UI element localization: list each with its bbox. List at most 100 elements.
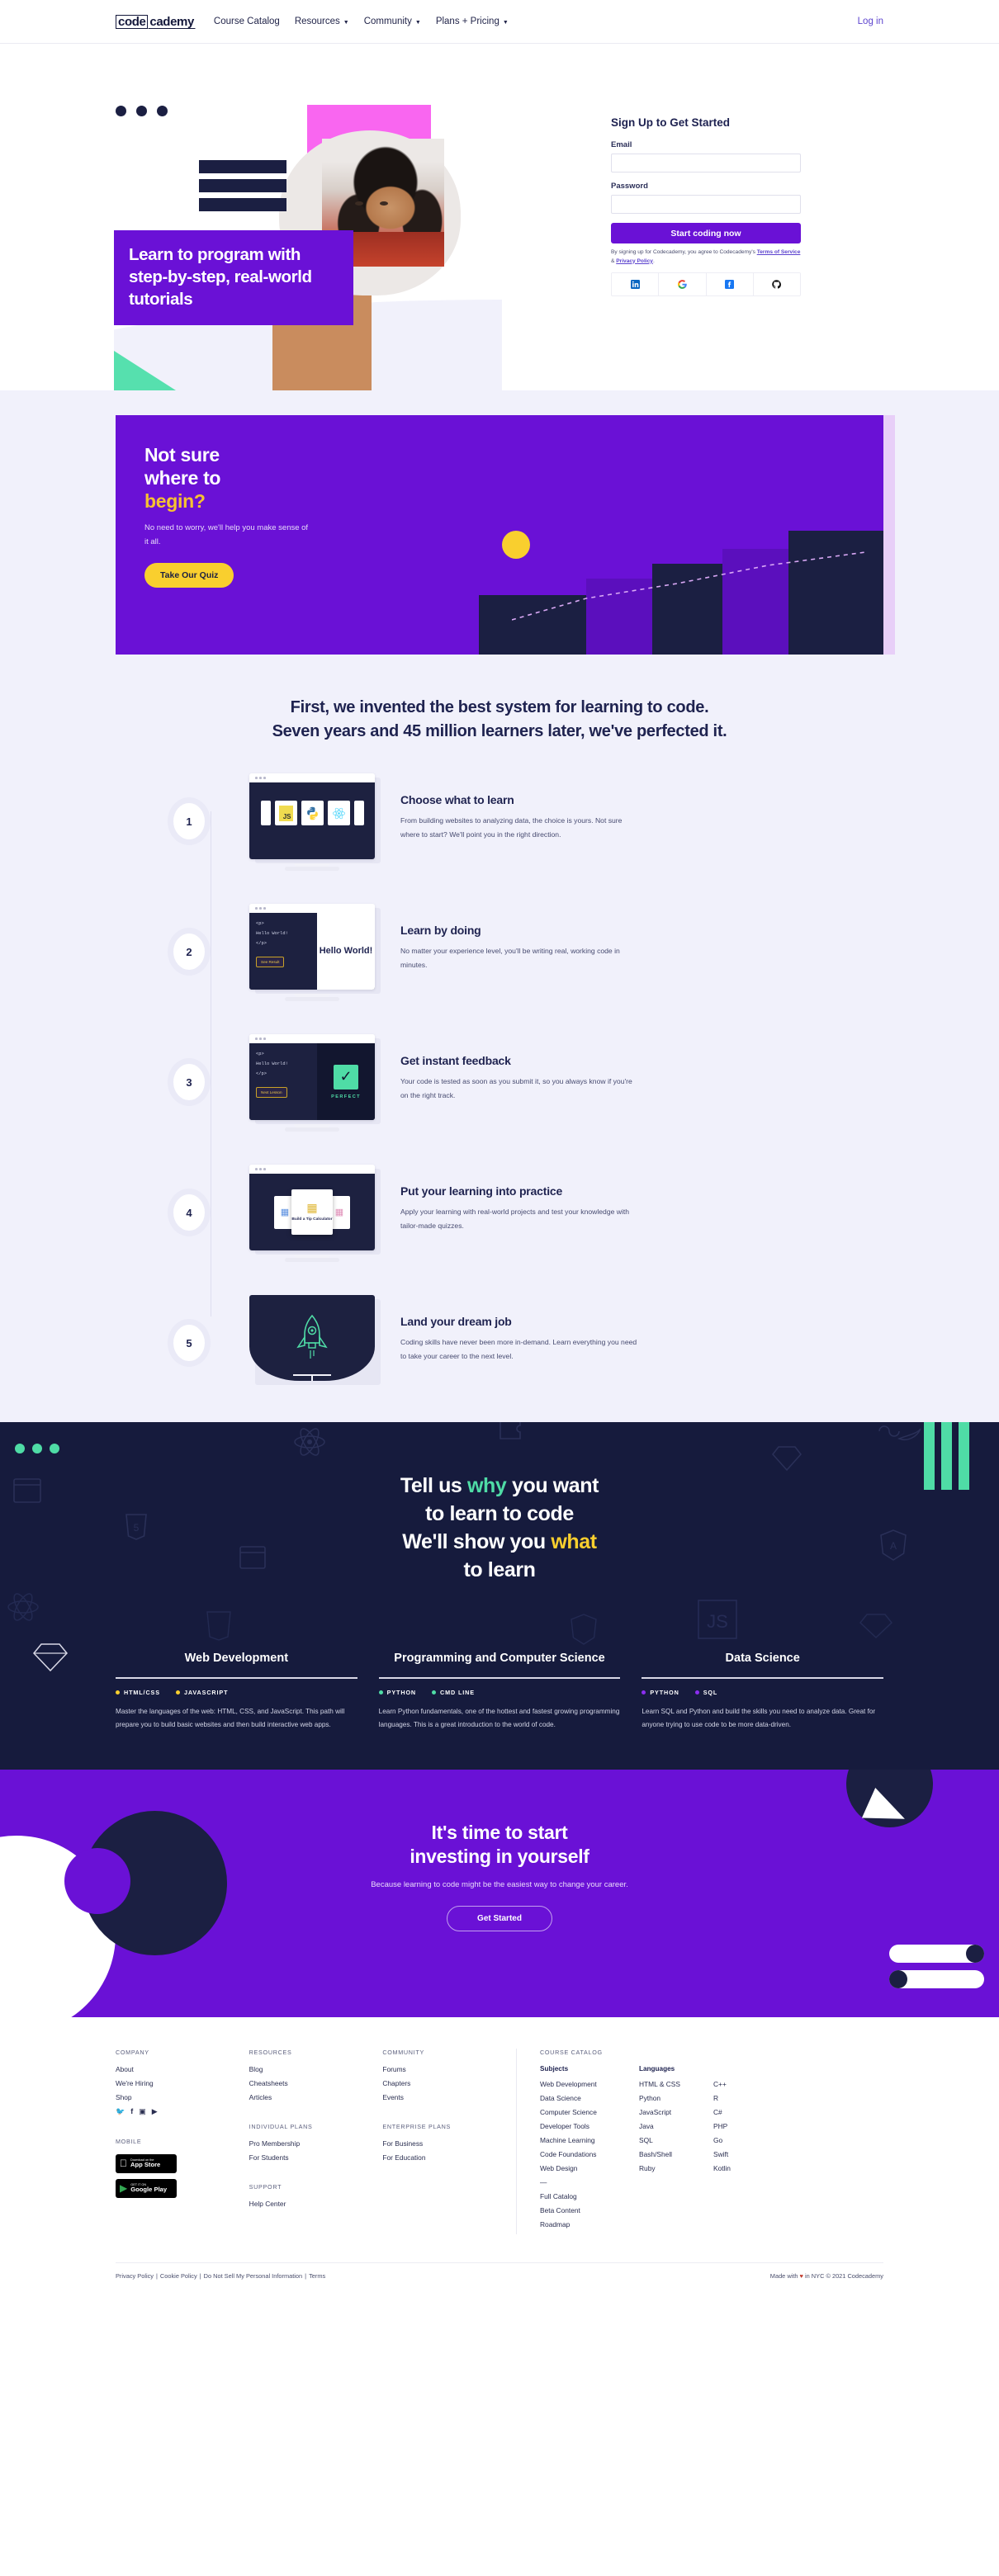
linkedin-login-button[interactable] [612, 273, 660, 296]
bottom-link-terms[interactable]: Terms [309, 2272, 325, 2280]
dot-icon [136, 106, 147, 116]
path-card-web-development[interactable]: Web Development HTML/CSS JAVASCRIPT Mast… [116, 1632, 357, 1732]
footer-link-events[interactable]: Events [382, 2093, 516, 2101]
nav-label: Plans + Pricing [435, 17, 500, 26]
footer-link-bash-shell[interactable]: Bash/Shell [639, 2150, 713, 2158]
step-title: Get instant feedback [400, 1054, 511, 1067]
tag-cmd-line: CMD LINE [432, 1689, 475, 1696]
google-play-badge[interactable]: ▶ GET IT ON Google Play [116, 2178, 177, 2198]
cta-line-1: It's time to start [431, 1821, 568, 1843]
next-lesson-button[interactable]: Next Lesson [256, 1087, 287, 1098]
footer-link-web-design[interactable]: Web Design [540, 2164, 639, 2172]
javascript-icon: JS [274, 801, 297, 825]
app-store-badge[interactable]:  Download on theApp Store [116, 2153, 177, 2173]
bar-icon [199, 179, 286, 192]
footer-link-help-center[interactable]: Help Center [249, 2200, 383, 2208]
step-title: Land your dream job [400, 1315, 512, 1328]
github-icon [772, 280, 782, 289]
bottom-link-do-not-sell[interactable]: Do Not Sell My Personal Information [204, 2272, 303, 2280]
start-coding-now-button[interactable]: Start coding now [611, 223, 801, 243]
footer-link-blog[interactable]: Blog [249, 2065, 383, 2073]
footer-link-forums[interactable]: Forums [382, 2065, 516, 2073]
path-card-data-science[interactable]: Data Science PYTHON SQL Learn SQL and Py… [642, 1632, 884, 1732]
cta-content: It's time to start investing in yourself… [0, 1770, 999, 1932]
footer-link-swift[interactable]: Swift [713, 2150, 788, 2158]
nav-item-community[interactable]: Community ▼ [364, 17, 421, 26]
footer-link-go[interactable]: Go [713, 2136, 788, 2144]
nav-item-plans-pricing[interactable]: Plans + Pricing ▼ [436, 17, 509, 26]
footer-languages-column-a: Languages HTML & CSS Python JavaScript J… [639, 2065, 713, 2234]
youtube-icon[interactable]: ▶ [152, 2107, 158, 2116]
login-link[interactable]: Log in [858, 17, 883, 26]
footer-link-sql[interactable]: SQL [639, 2136, 713, 2144]
footer-link-for-business[interactable]: For Business [382, 2139, 516, 2148]
footer-link-machine-learning[interactable]: Machine Learning [540, 2136, 639, 2144]
footer-link-html-css[interactable]: HTML & CSS [639, 2080, 713, 2088]
footer-link-php[interactable]: PHP [713, 2122, 788, 2130]
take-our-quiz-button[interactable]: Take Our Quiz [144, 563, 234, 588]
footer-link-chapters[interactable]: Chapters [382, 2079, 516, 2087]
footer-link-code-foundations[interactable]: Code Foundations [540, 2150, 639, 2158]
footer-link-kotlin[interactable]: Kotlin [713, 2164, 788, 2172]
heading-l1c: you want [506, 1474, 599, 1497]
footer-link-computer-science[interactable]: Computer Science [540, 2108, 639, 2116]
footer-link-ruby[interactable]: Ruby [639, 2164, 713, 2172]
footer-link-full-catalog[interactable]: Full Catalog [540, 2192, 639, 2200]
footer-link-cpp[interactable]: C++ [713, 2080, 788, 2088]
footer-link-java[interactable]: Java [639, 2122, 713, 2130]
google-login-button[interactable] [659, 273, 707, 296]
chevron-down-icon: ▼ [414, 19, 421, 26]
rocket-icon [296, 1314, 328, 1359]
footer-link-roadmap[interactable]: Roadmap [540, 2220, 639, 2229]
tag-javascript: JAVASCRIPT [175, 1689, 228, 1696]
facebook-login-button[interactable] [706, 273, 754, 296]
footer-link-cheatsheets[interactable]: Cheatsheets [249, 2079, 383, 2087]
code-line: <p> [256, 921, 264, 926]
footer-link-data-science[interactable]: Data Science [540, 2094, 639, 2102]
hero-headline-box: Learn to program with step-by-step, real… [114, 230, 353, 326]
footer-link-csharp[interactable]: C# [713, 2108, 788, 2116]
get-started-button[interactable]: Get Started [447, 1906, 552, 1932]
hero-mask-left [0, 44, 114, 390]
step-item: 5 Land your dream job Coding skills have… [173, 1295, 826, 1385]
terms-of-service-link[interactable]: Terms of Service [757, 249, 801, 255]
footer-link-shop[interactable]: Shop [116, 2093, 249, 2101]
instagram-icon[interactable]: ▣ [139, 2107, 146, 2116]
footer-link-web-development[interactable]: Web Development [540, 2080, 639, 2088]
hero-section: Learn to program with step-by-step, real… [0, 44, 999, 390]
path-card-programming-cs[interactable]: Programming and Computer Science PYTHON … [378, 1632, 621, 1732]
footer-link-developer-tools[interactable]: Developer Tools [540, 2122, 639, 2130]
footer-link-beta-content[interactable]: Beta Content [540, 2206, 639, 2214]
password-field[interactable] [611, 195, 801, 214]
nav-item-course-catalog[interactable]: Course Catalog [214, 17, 280, 26]
footer-link-r[interactable]: R [713, 2094, 788, 2102]
footer-link-for-students[interactable]: For Students [249, 2153, 383, 2162]
nav-item-resources[interactable]: Resources ▼ [295, 17, 349, 26]
why-learn-heading: Tell us why you want to learn to code We… [0, 1472, 999, 1584]
bottom-link-privacy-policy[interactable]: Privacy Policy [116, 2272, 154, 2280]
tile-edge [260, 801, 271, 825]
codecademy-logo[interactable]: code cademy [116, 14, 196, 29]
footer-link-javascript[interactable]: JavaScript [639, 2108, 713, 2116]
cta-subtext: Because learning to code might be the ea… [371, 1880, 628, 1890]
facebook-icon[interactable]: f [130, 2107, 133, 2116]
tag-label: PYTHON [386, 1688, 417, 1696]
github-login-button[interactable] [753, 273, 800, 296]
see-result-button[interactable]: See Result [256, 957, 285, 967]
twitter-icon[interactable]: 🐦 [116, 2107, 125, 2116]
atom-icon [294, 1428, 325, 1456]
svg-text:JS: JS [707, 1611, 728, 1632]
footer-link-about[interactable]: About [116, 2065, 249, 2073]
quiz-line-1: Not sure [144, 444, 220, 466]
bottom-link-cookie-policy[interactable]: Cookie Policy [160, 2272, 197, 2280]
footer-link-articles[interactable]: Articles [249, 2093, 383, 2101]
email-field[interactable] [611, 154, 801, 173]
feedback-label: PERFECT [331, 1094, 361, 1099]
footer-link-pro-membership[interactable]: Pro Membership [249, 2139, 383, 2148]
footer-link-python[interactable]: Python [639, 2094, 713, 2102]
footer-link-for-education[interactable]: For Education [382, 2153, 516, 2162]
footer-link-were-hiring[interactable]: We're Hiring [116, 2079, 249, 2087]
decor-eye [380, 201, 388, 206]
privacy-policy-link[interactable]: Privacy Policy [616, 258, 653, 264]
why-learn-section: 5 A JS Tell us why you want to learn to … [0, 1422, 999, 1770]
